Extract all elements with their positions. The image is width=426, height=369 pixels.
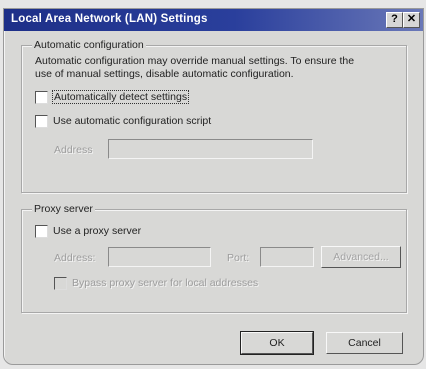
config-script-checkbox[interactable]	[35, 115, 48, 128]
detect-settings-label[interactable]: Automatically detect settings	[52, 90, 190, 104]
ok-button[interactable]: OK	[240, 331, 314, 355]
bypass-local-checkbox[interactable]	[54, 277, 67, 290]
window-title: Local Area Network (LAN) Settings	[11, 13, 208, 25]
help-button[interactable]: ?	[386, 12, 403, 28]
cancel-button[interactable]: Cancel	[326, 332, 403, 354]
script-address-field[interactable]	[108, 139, 313, 159]
advanced-button[interactable]: Advanced...	[321, 246, 401, 268]
config-script-label[interactable]: Use automatic configuration script	[53, 115, 211, 127]
proxy-address-field[interactable]	[108, 247, 211, 267]
detect-settings-checkbox[interactable]	[35, 91, 48, 104]
proxy-port-field[interactable]	[260, 247, 314, 267]
bypass-local-label[interactable]: Bypass proxy server for local addresses	[72, 277, 258, 289]
auto-config-legend: Automatic configuration	[32, 39, 146, 51]
script-address-label: Address	[54, 144, 93, 156]
use-proxy-checkbox[interactable]	[35, 225, 48, 238]
proxy-address-label: Address:	[54, 252, 96, 264]
title-bar[interactable]: Local Area Network (LAN) Settings ? ✕	[4, 9, 423, 31]
proxy-server-legend: Proxy server	[32, 203, 95, 215]
auto-config-description-line1: Automatic configuration may override man…	[35, 55, 355, 67]
proxy-port-label: Port:	[227, 252, 250, 264]
use-proxy-label[interactable]: Use a proxy server	[53, 225, 141, 237]
close-button[interactable]: ✕	[403, 12, 420, 28]
lan-settings-dialog: Local Area Network (LAN) Settings ? ✕ Au…	[3, 8, 424, 365]
auto-config-description-line2: use of manual settings, disable automati…	[35, 68, 294, 80]
